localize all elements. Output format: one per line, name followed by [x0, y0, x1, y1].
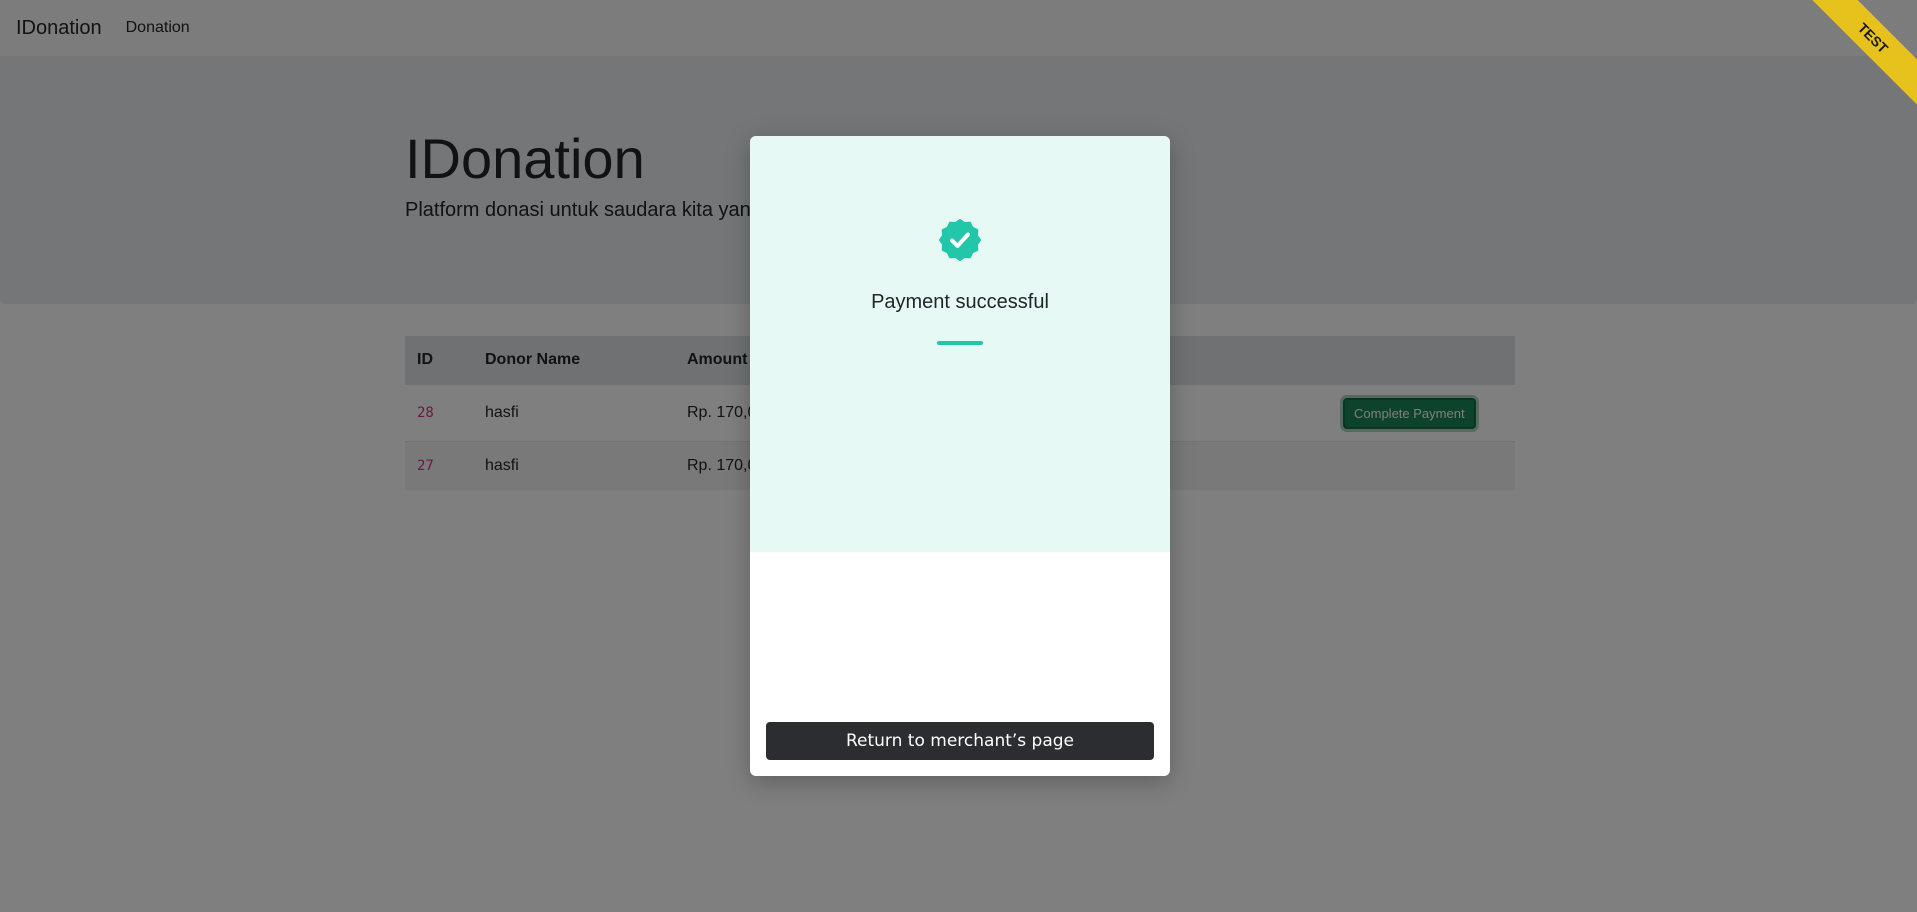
- status-divider: [937, 341, 983, 345]
- return-to-merchant-button[interactable]: Return to merchant’s page: [766, 722, 1154, 760]
- payment-status-text: Payment successful: [871, 291, 1049, 313]
- check-badge-icon: [939, 219, 981, 261]
- test-ribbon-label: TEST: [1790, 0, 1917, 121]
- payment-modal: Payment successful Return to merchant’s …: [750, 136, 1170, 776]
- test-ribbon: TEST: [1787, 0, 1917, 130]
- payment-status-panel: Payment successful: [750, 136, 1170, 552]
